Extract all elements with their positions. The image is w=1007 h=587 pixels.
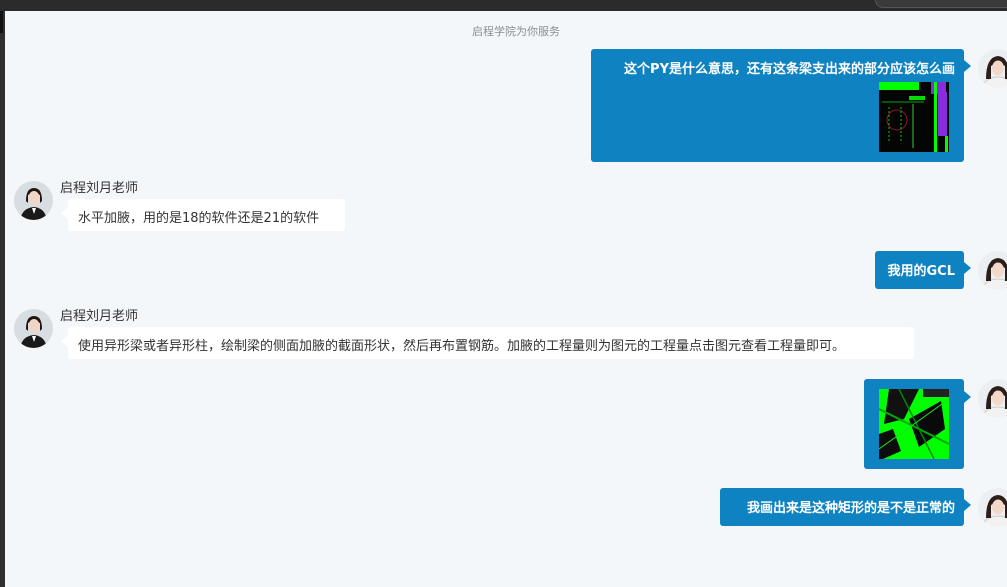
bubble-arrow bbox=[964, 499, 971, 511]
bubble-arrow bbox=[61, 335, 68, 347]
user-avatar-art bbox=[978, 379, 1007, 418]
message-text: 水平加腋，用的是18的软件还是21的软件 bbox=[78, 211, 320, 226]
message-image-thumbnail[interactable] bbox=[879, 82, 949, 152]
bubble-arrow bbox=[964, 391, 971, 403]
teacher-avatar-art bbox=[14, 181, 53, 220]
window-top-bar bbox=[0, 0, 1007, 11]
teacher-avatar-art bbox=[14, 309, 53, 348]
cad-drawing-image bbox=[879, 389, 949, 459]
message-bubble-teacher[interactable]: 水平加腋，用的是18的软件还是21的软件 bbox=[61, 199, 345, 231]
bubble-arrow bbox=[964, 60, 971, 72]
bubble-arrow bbox=[61, 207, 68, 219]
message-bubble-teacher[interactable]: 使用异形梁或者异形柱，绘制梁的侧面加腋的截面形状，然后再布置钢筋。加腋的工程量则… bbox=[61, 327, 914, 359]
left-edge-bar bbox=[0, 11, 5, 587]
message-text: 我用的GCL bbox=[887, 264, 956, 279]
user-avatar-icon[interactable] bbox=[978, 251, 1007, 290]
message-bubble-user[interactable] bbox=[864, 379, 971, 469]
user-avatar-icon[interactable] bbox=[978, 379, 1007, 418]
user-avatar-art bbox=[978, 49, 1007, 88]
user-avatar-icon[interactable] bbox=[978, 488, 1007, 527]
cad-drawing-image bbox=[879, 82, 949, 152]
message-text: 使用异形梁或者异形柱，绘制梁的侧面加腋的截面形状，然后再布置钢筋。加腋的工程量则… bbox=[78, 339, 846, 354]
message-image-thumbnail[interactable] bbox=[879, 389, 949, 459]
service-note: 启程学院为你服务 bbox=[472, 25, 560, 38]
message-bubble-user[interactable]: 我画出来是这种矩形的是不是正常的 bbox=[720, 488, 971, 526]
user-avatar-icon[interactable] bbox=[978, 49, 1007, 88]
message-text: 这个PY是什么意思，还有这条梁支出来的部分应该怎么画 bbox=[624, 62, 955, 77]
user-avatar-art bbox=[978, 251, 1007, 290]
user-avatar-art bbox=[978, 488, 1007, 527]
bubble-arrow bbox=[964, 262, 971, 274]
teacher-name: 启程刘月老师 bbox=[60, 181, 139, 196]
window-control-pill[interactable] bbox=[875, 0, 1007, 8]
message-bubble-user[interactable]: 我用的GCL bbox=[875, 251, 971, 289]
teacher-avatar-icon[interactable] bbox=[14, 309, 53, 348]
teacher-name: 启程刘月老师 bbox=[60, 309, 139, 324]
teacher-avatar-icon[interactable] bbox=[14, 181, 53, 220]
message-text: 我画出来是这种矩形的是不是正常的 bbox=[746, 501, 955, 516]
message-bubble-user[interactable]: 这个PY是什么意思，还有这条梁支出来的部分应该怎么画 bbox=[591, 49, 971, 162]
